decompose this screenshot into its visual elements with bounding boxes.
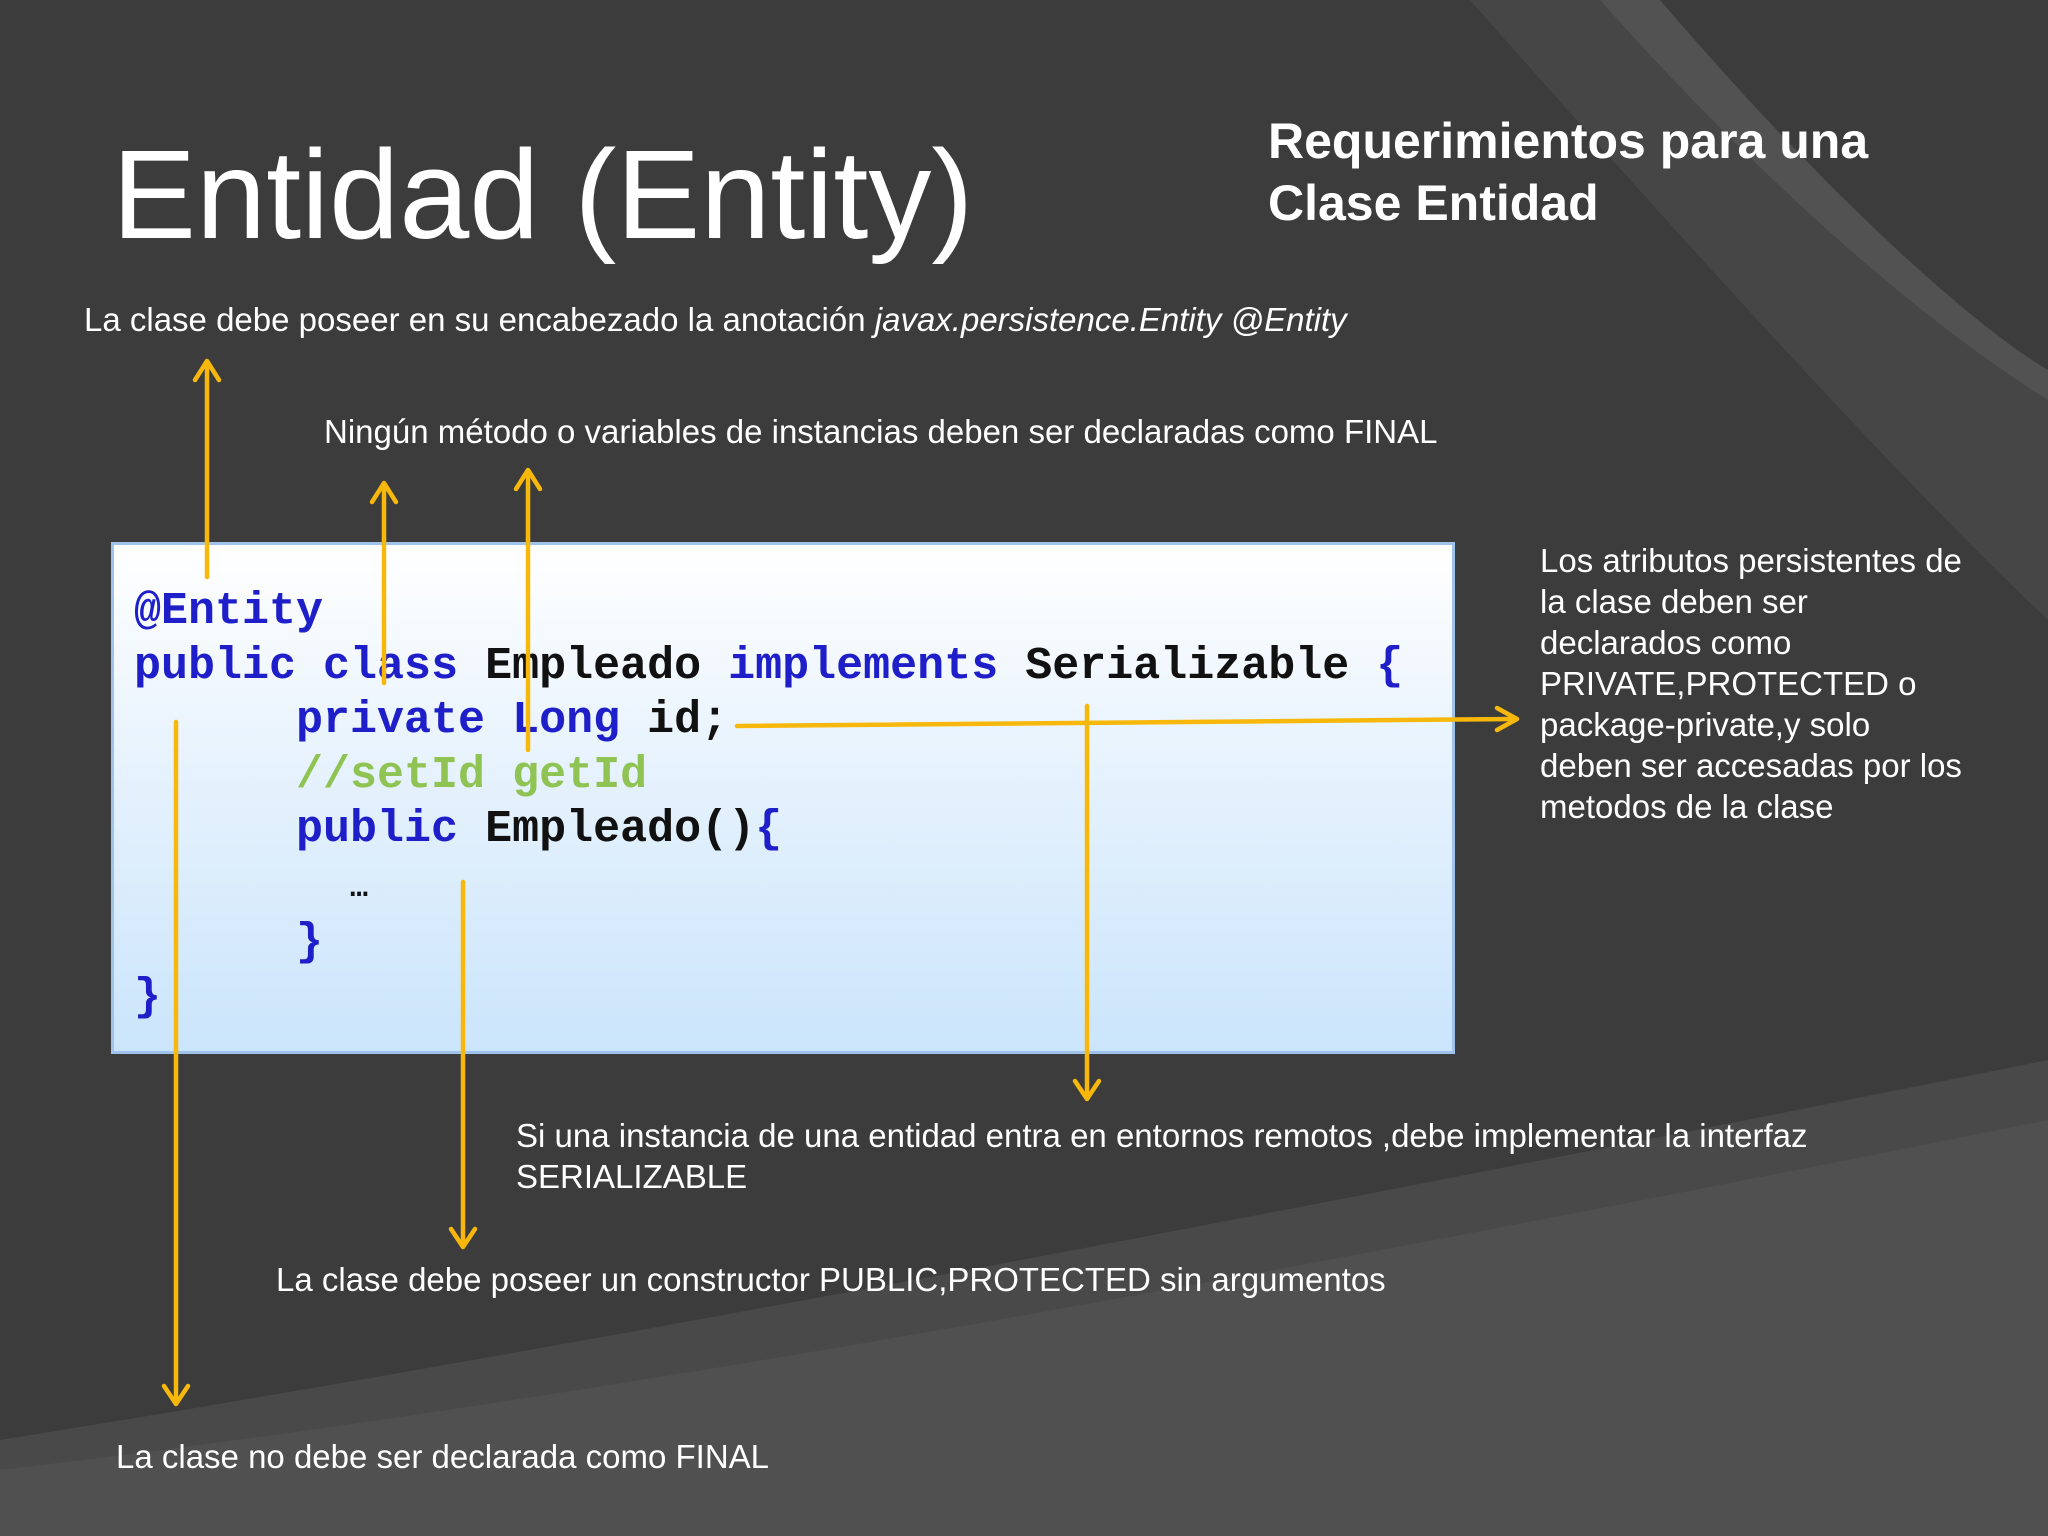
code-brace: } <box>134 971 162 1023</box>
subtitle-line: Clase Entidad <box>1268 175 1599 231</box>
slide-subtitle: Requerimientos para una Clase Entidad <box>1268 110 2008 234</box>
slide: Entidad (Entity) Requerimientos para una… <box>0 0 2048 1536</box>
code-comment: //setId getId <box>296 749 648 801</box>
code-keyword: class <box>323 640 459 692</box>
note-line: package-private,y solo <box>1540 706 1871 743</box>
slide-title: Entidad (Entity) <box>112 124 974 265</box>
note-line: deben ser accesadas por los <box>1540 747 1962 784</box>
note-line: metodos de la clase <box>1540 788 1834 825</box>
note-serializable: Si una instancia de una entidad entra en… <box>516 1115 1807 1197</box>
note-line: Si una instancia de una entidad entra en… <box>516 1117 1808 1154</box>
code-type: Long <box>512 695 621 746</box>
subtitle-line: Requerimientos para una <box>1268 113 1869 169</box>
code-brace: { <box>1376 640 1404 692</box>
code-field: id; <box>647 695 729 746</box>
note-annotation-text: La clase debe poseer en su encabezado la… <box>84 301 875 338</box>
code-class-name: Empleado <box>485 640 702 692</box>
note-persistent-attributes: Los atributos persistentes de la clase d… <box>1540 540 2040 827</box>
code-keyword: public <box>296 804 459 855</box>
code-annotation: @Entity <box>134 586 324 637</box>
code-interface-name: Serializable <box>1025 640 1350 692</box>
code-ellipsis: … <box>350 871 369 906</box>
code-keyword: private <box>296 695 486 746</box>
note-line: PRIVATE,PROTECTED o <box>1540 665 1917 702</box>
code-brace: { <box>755 804 783 855</box>
code-brace: } <box>296 917 324 968</box>
note-line: declarados como <box>1540 624 1792 661</box>
note-class-not-final: La clase no debe ser declarada como FINA… <box>116 1438 770 1475</box>
code-block: @Entity public class Empleado implements… <box>134 585 1403 1025</box>
code-constructor-name: Empleado() <box>485 804 756 855</box>
note-constructor: La clase debe poseer un constructor PUBL… <box>276 1261 1386 1298</box>
note-line: la clase deben ser <box>1540 583 1808 620</box>
code-box: @Entity public class Empleado implements… <box>111 542 1455 1054</box>
code-keyword: implements <box>728 640 999 692</box>
note-line: SERIALIZABLE <box>516 1158 748 1195</box>
note-annotation-italic: javax.persistence.Entity @Entity <box>874 301 1347 338</box>
code-keyword: public <box>134 640 297 692</box>
note-no-final-methods: Ningún método o variables de instancias … <box>324 413 1438 450</box>
note-annotation: La clase debe poseer en su encabezado la… <box>84 299 1347 340</box>
note-line: Los atributos persistentes de <box>1540 542 1962 579</box>
